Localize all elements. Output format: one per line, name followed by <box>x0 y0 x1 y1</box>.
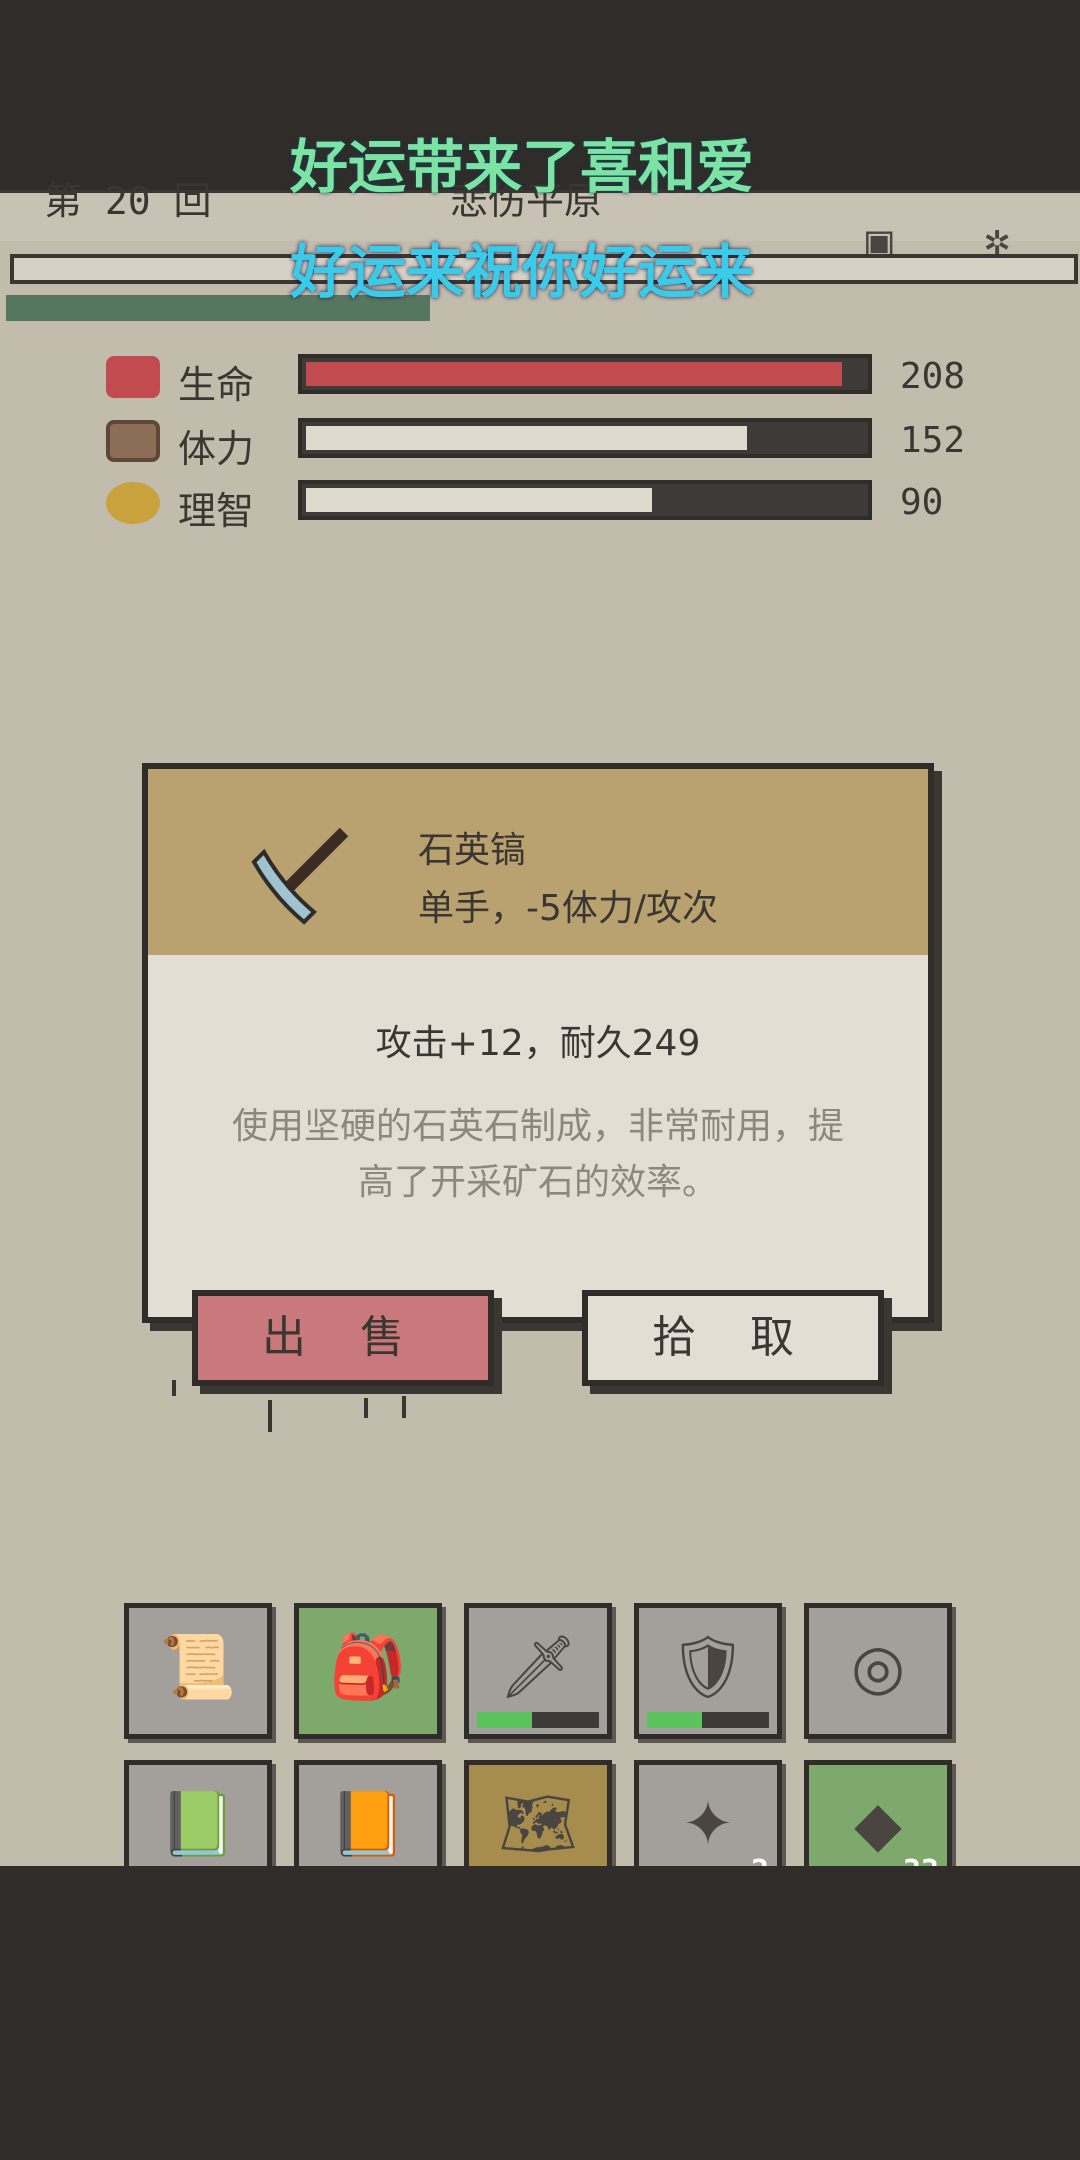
stamina-bar <box>298 418 872 458</box>
inventory-slot[interactable]: 🛡 <box>634 1603 782 1739</box>
brown-book-icon: 📙 <box>329 1787 407 1860</box>
purple-crystal-icon: ✦ <box>682 1787 734 1860</box>
map-scroll-icon: 🗺 <box>498 1787 578 1860</box>
heart-icon <box>106 356 160 398</box>
stat-label: 理智 <box>178 489 255 533</box>
durability-fill <box>477 1712 532 1728</box>
bread-icon <box>106 420 160 462</box>
stat-label: 生命 <box>178 363 255 407</box>
bar-fill <box>306 362 842 386</box>
inventory-slot[interactable]: 🎒 <box>294 1603 442 1739</box>
durability-bar <box>647 1712 769 1728</box>
crack-mark <box>268 1400 272 1432</box>
item-stats: 攻击+12，耐久249 <box>375 1023 701 1064</box>
bar-fill <box>306 488 652 512</box>
item-name: 石英镐 <box>418 830 527 871</box>
stat-row-health: 生命 208 <box>100 352 1000 407</box>
lyric-line-1: 好运带来了喜和爱 <box>290 133 755 201</box>
stat-value: 90 <box>900 482 944 523</box>
crack-mark <box>402 1396 406 1418</box>
health-bar <box>298 354 872 394</box>
empty-ring-icon: ◎ <box>850 1630 906 1703</box>
pick-up-button[interactable]: 拾 取 <box>582 1290 884 1386</box>
durability-fill <box>647 1712 702 1728</box>
sword-icon: 🗡 <box>498 1630 578 1703</box>
inventory-slot[interactable]: 🗡 <box>464 1603 612 1739</box>
bar-fill <box>306 426 747 450</box>
stat-row-sanity: 理智 90 <box>100 478 1000 533</box>
stat-row-stamina: 体力 152 <box>100 416 1000 471</box>
green-gem-icon: ◆ <box>854 1787 902 1860</box>
item-card: 石英镐 单手，-5体力/攻次 攻击+12，耐久249 使用坚硬的石英石制成，非常… <box>142 763 934 1323</box>
coin-icon <box>106 482 160 524</box>
round-label: 第 20 回 <box>44 179 212 223</box>
durability-bar <box>477 1712 599 1728</box>
bottom-band <box>0 1866 1080 2160</box>
item-card-header: 石英镐 单手，-5体力/攻次 <box>148 769 928 955</box>
sanity-bar <box>298 480 872 520</box>
item-type: 单手，-5体力/攻次 <box>418 888 719 929</box>
crack-mark <box>364 1398 368 1418</box>
armor-icon: 🛡 <box>668 1630 748 1703</box>
backpack-icon: 🎒 <box>329 1630 407 1703</box>
scroll-icon: 📜 <box>159 1630 237 1703</box>
crack-mark <box>172 1380 176 1396</box>
sell-button[interactable]: 出 售 <box>192 1290 494 1386</box>
inventory-slot[interactable]: ◎ <box>804 1603 952 1739</box>
stat-label: 体力 <box>178 427 255 471</box>
stat-value: 152 <box>900 420 966 461</box>
lyric-line-2: 好运来祝你好运来 <box>290 238 755 306</box>
item-description: 使用坚硬的石英石制成，非常耐用，提高了开采矿石的效率。 <box>231 1106 844 1203</box>
inventory-slot[interactable]: 📜 <box>124 1603 272 1739</box>
stat-value: 208 <box>900 356 966 397</box>
green-book-icon: 📗 <box>159 1787 237 1860</box>
pickaxe-icon <box>251 827 349 925</box>
